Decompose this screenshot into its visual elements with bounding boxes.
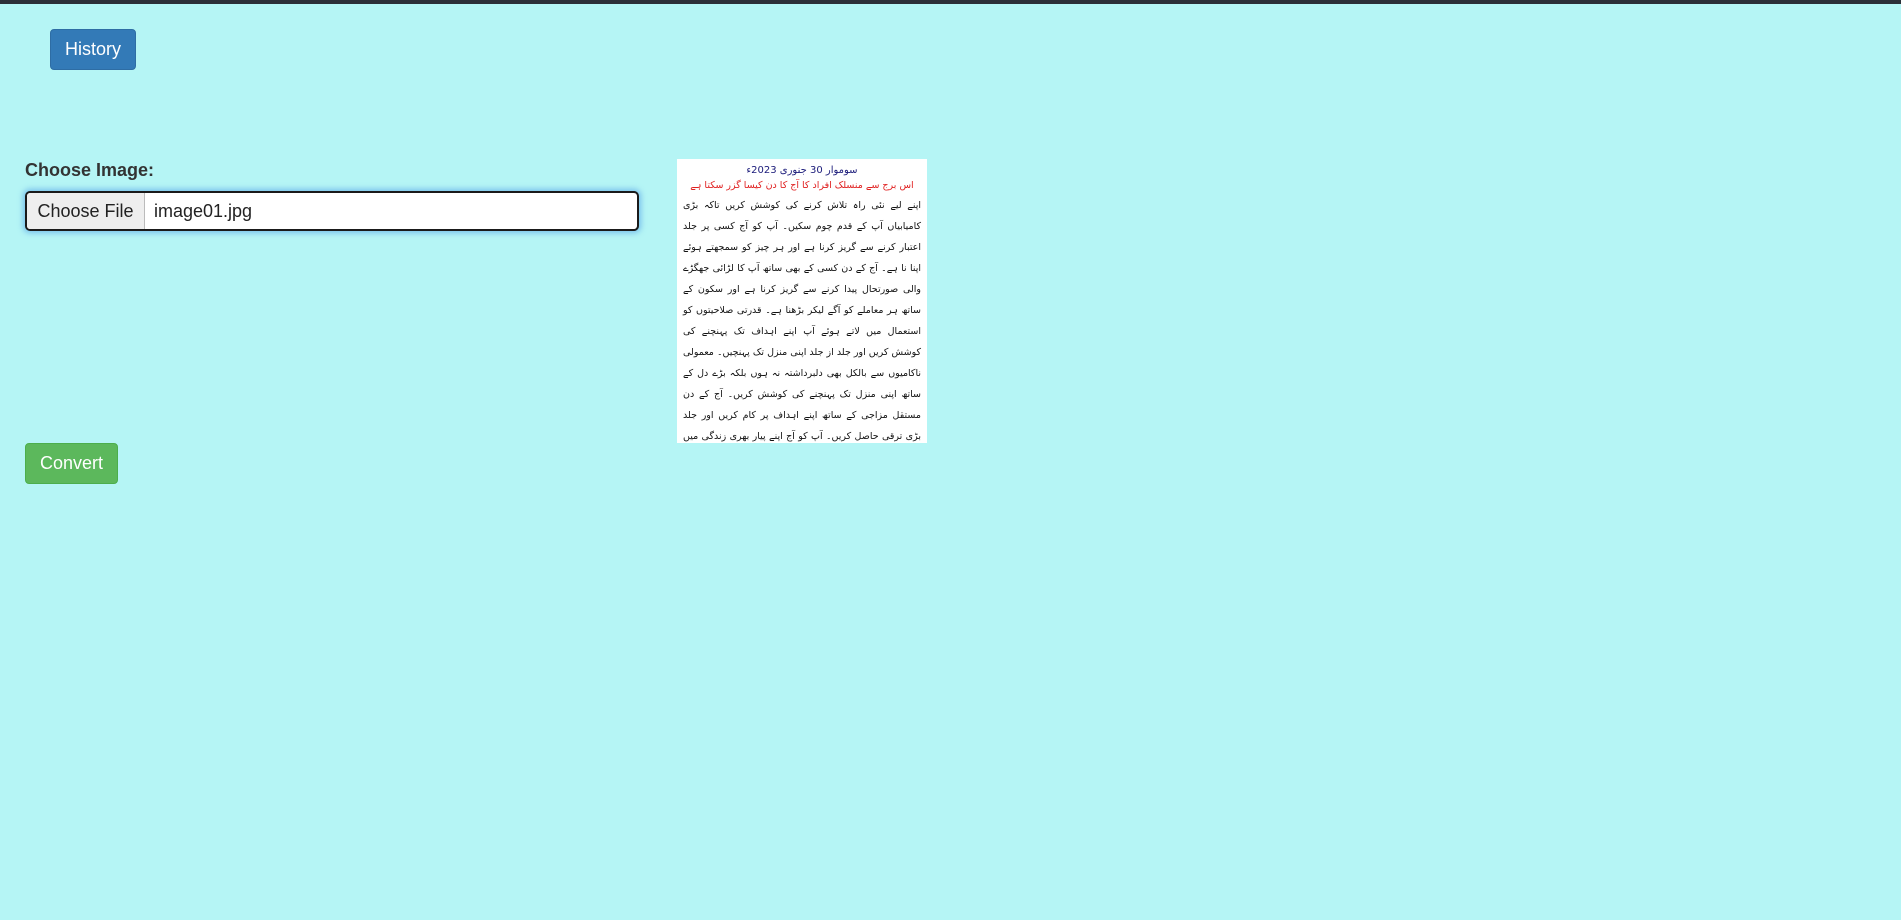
history-button[interactable]: History: [50, 29, 136, 70]
convert-button[interactable]: Convert: [25, 443, 118, 484]
choose-image-label: Choose Image:: [25, 160, 155, 180]
choose-file-button[interactable]: Choose File: [27, 193, 145, 229]
selected-file-name: image01.jpg: [154, 200, 253, 221]
top-bar: [0, 0, 1901, 4]
image-preview: سوموار 30 جنوری 2023ء اس برج سے منسلک اف…: [677, 159, 927, 443]
preview-headline: اس برج سے منسلک افراد کا آج کا دن کیسا گ…: [690, 180, 914, 191]
preview-date: سوموار 30 جنوری 2023ء: [746, 165, 858, 176]
preview-body-text: اپنے لیے نئی راہ تلاش کرنے کی کوشش کریں …: [683, 200, 921, 442]
file-input[interactable]: Choose File image01.jpg: [25, 191, 639, 231]
